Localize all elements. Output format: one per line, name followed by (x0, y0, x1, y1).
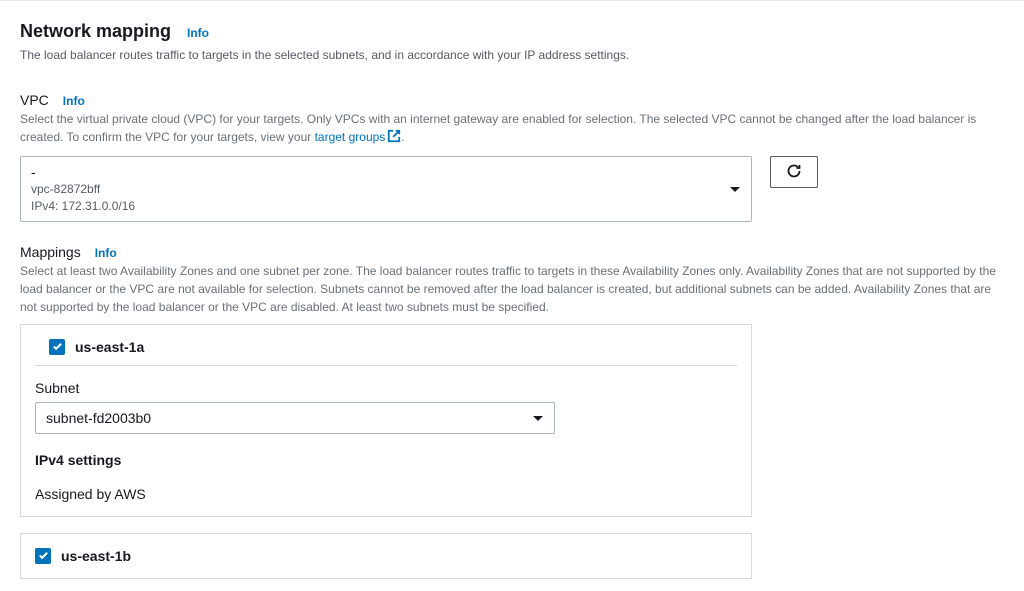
subnet-select[interactable]: subnet-fd2003b0 (35, 402, 555, 434)
info-link-header[interactable]: Info (187, 26, 209, 40)
subnet-label: Subnet (35, 380, 737, 396)
vpc-select-name: - (31, 163, 721, 181)
az-name: us-east-1b (61, 548, 131, 564)
vpc-label: VPC (20, 92, 49, 108)
az-card: us-east-1a Subnet subnet-fd2003b0 IPv4 s… (20, 324, 752, 517)
az-card: us-east-1b (20, 533, 752, 579)
refresh-icon (786, 163, 802, 182)
mappings-label: Mappings (20, 244, 81, 260)
ipv4-settings-label: IPv4 settings (35, 452, 737, 468)
vpc-select-cidr: IPv4: 172.31.0.0/16 (31, 198, 721, 215)
page-description: The load balancer routes traffic to targ… (20, 46, 1004, 64)
vpc-description: Select the virtual private cloud (VPC) f… (20, 110, 1004, 148)
page-title: Network mapping (20, 21, 171, 42)
chevron-down-icon (532, 410, 544, 426)
vpc-desc-pre: Select the virtual private cloud (VPC) f… (20, 112, 976, 144)
chevron-down-icon (729, 181, 741, 197)
subnet-select-value: subnet-fd2003b0 (46, 410, 151, 426)
external-link-icon (387, 129, 401, 148)
check-icon (38, 548, 49, 564)
info-link-vpc[interactable]: Info (63, 94, 85, 108)
vpc-select-id: vpc-82872bff (31, 181, 721, 198)
vpc-select[interactable]: - vpc-82872bff IPv4: 172.31.0.0/16 (20, 156, 752, 222)
az-name: us-east-1a (75, 339, 144, 355)
az-checkbox[interactable] (49, 339, 65, 355)
check-icon (52, 339, 63, 355)
info-link-mappings[interactable]: Info (95, 246, 117, 260)
refresh-button[interactable] (770, 156, 818, 188)
target-groups-link[interactable]: target groups (315, 130, 386, 144)
ipv4-settings-value: Assigned by AWS (35, 486, 737, 502)
mappings-description: Select at least two Availability Zones a… (20, 262, 1004, 316)
az-checkbox[interactable] (35, 548, 51, 564)
vpc-desc-post: . (401, 130, 404, 144)
